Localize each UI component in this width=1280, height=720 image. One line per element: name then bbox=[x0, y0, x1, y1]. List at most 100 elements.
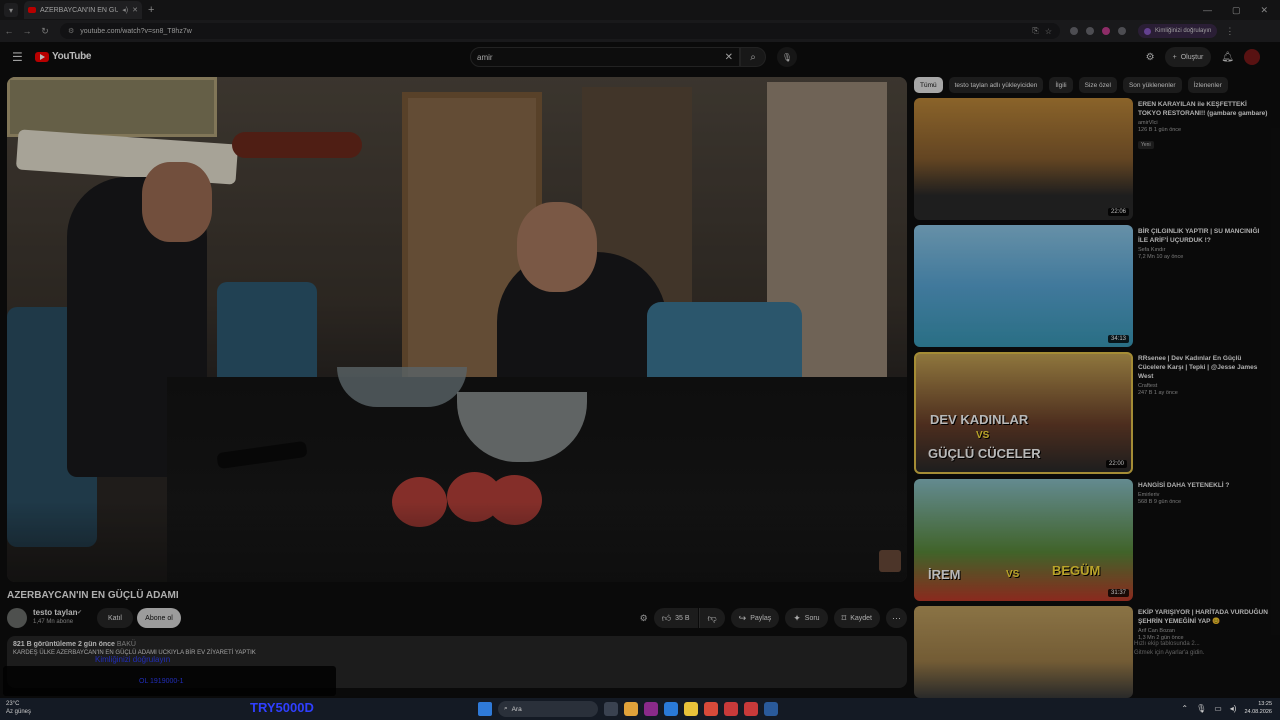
recommended-video[interactable]: EKİP YARIŞIYOR | HARİTADA VURDUĞUN ŞEHRİ… bbox=[914, 606, 1274, 698]
clear-search-icon[interactable]: ✕ bbox=[725, 52, 733, 63]
search-input[interactable]: amir bbox=[477, 53, 725, 62]
forward-icon[interactable]: → bbox=[18, 26, 36, 36]
more-icon: ⋯ bbox=[892, 612, 901, 623]
save-button[interactable]: ⌑ Kaydet bbox=[833, 608, 880, 628]
dislike-button[interactable]: 👎︎ bbox=[698, 608, 725, 628]
search-button[interactable]: ⌕ bbox=[740, 47, 766, 67]
maximize-icon[interactable]: ▢ bbox=[1232, 5, 1241, 16]
video-title[interactable]: HANGİSİ DAHA YETENEKLİ ? bbox=[1138, 481, 1268, 490]
channel-name[interactable]: Craftest bbox=[1138, 383, 1268, 389]
task-view-icon[interactable] bbox=[604, 702, 618, 716]
extensions-puzzle-icon[interactable] bbox=[1118, 27, 1126, 35]
minimize-icon[interactable]: — bbox=[1203, 5, 1212, 16]
browser-menu-icon[interactable]: ⋮ bbox=[1225, 26, 1234, 37]
clock[interactable]: 13:25 24.08.2026 bbox=[1244, 700, 1272, 716]
close-tab-icon[interactable]: ✕ bbox=[132, 6, 138, 14]
chip-for-you[interactable]: Size özel bbox=[1078, 77, 1117, 93]
ai-sparkle-icon[interactable]: ⚙ bbox=[640, 613, 648, 624]
subscribe-button[interactable]: Abone ol bbox=[137, 608, 181, 628]
bookmark-star-icon[interactable]: ☆ bbox=[1045, 27, 1052, 36]
video-thumbnail[interactable]: 22:06 bbox=[914, 98, 1133, 220]
app-icon[interactable] bbox=[724, 702, 738, 716]
channel-name[interactable]: Arif Can Bozan bbox=[1138, 628, 1268, 634]
app-icon[interactable] bbox=[644, 702, 658, 716]
create-button[interactable]: + Oluştur bbox=[1164, 47, 1212, 67]
recommended-video[interactable]: 22:06 EREN KARAYILAN ile KEŞFETTEKİ TOKY… bbox=[914, 98, 1274, 220]
account-avatar[interactable] bbox=[1244, 49, 1260, 65]
windows-start-icon[interactable] bbox=[478, 702, 492, 716]
thumbnail-caption: BEGÜM bbox=[1052, 563, 1101, 578]
video-title[interactable]: RRsenee | Dev Kadınlar En Güçlü Cücelere… bbox=[1138, 354, 1268, 381]
channel-name[interactable]: amirVlci bbox=[1138, 120, 1268, 126]
notice-line: Gitmek için Ayarlar'a gidin. bbox=[1134, 650, 1205, 656]
speaker-icon[interactable]: ◂) bbox=[122, 6, 128, 14]
thumbnail-caption: GÜÇLÜ CÜCELER bbox=[928, 446, 1041, 461]
extension-icon[interactable] bbox=[1086, 27, 1094, 35]
app-icon[interactable] bbox=[744, 702, 758, 716]
extension-icon[interactable] bbox=[1070, 27, 1078, 35]
video-thumbnail[interactable]: İREM VS BEGÜM 31:37 bbox=[914, 479, 1133, 601]
join-button[interactable]: Katıl bbox=[97, 608, 133, 628]
channel-name[interactable]: Emirleriv bbox=[1138, 492, 1268, 498]
url-field[interactable]: ⚙ youtube.com/watch?v=sn8_T8hz7w ⎘ ☆ bbox=[60, 23, 1060, 39]
chip-all[interactable]: Tümü bbox=[914, 77, 943, 93]
taskbar-search[interactable]: ⌕ Ara bbox=[498, 701, 598, 717]
location-tag[interactable]: BAKÜ bbox=[117, 641, 136, 648]
install-icon[interactable]: ⎘ bbox=[1032, 26, 1038, 36]
tab-search-icon[interactable]: ▾ bbox=[4, 3, 18, 17]
duration-badge: 31:37 bbox=[1107, 589, 1129, 597]
view-meta: 821 B görüntüleme 2 gün önce BAKÜ bbox=[13, 641, 901, 648]
menu-icon[interactable]: ☰ bbox=[12, 50, 23, 64]
steam-icon[interactable] bbox=[764, 702, 778, 716]
chip-related[interactable]: İlgili bbox=[1049, 77, 1073, 93]
chip-watched[interactable]: İzlenenler bbox=[1187, 77, 1228, 93]
video-player[interactable] bbox=[7, 77, 907, 582]
notifications-bell-icon[interactable]: 🔔︎ bbox=[1221, 52, 1234, 63]
verify-identity-button[interactable]: Kimliğinizi doğrulayın bbox=[1138, 24, 1218, 38]
system-tray: ⌃ 🎙 ▭ ◂) 13:25 24.08.2026 bbox=[1181, 700, 1272, 716]
network-icon[interactable]: ▭ bbox=[1214, 704, 1222, 713]
like-button[interactable]: 👍︎ 35 B bbox=[653, 608, 698, 628]
edge-icon[interactable] bbox=[664, 702, 678, 716]
volume-icon[interactable]: ◂) bbox=[1230, 704, 1237, 713]
recommended-video[interactable]: 34:13 BİR ÇILGINLIK YAPTIR | SU MANCINIĞ… bbox=[914, 225, 1274, 347]
video-thumbnail[interactable]: DEV KADINLAR VS GÜÇLÜ CÜCELER 22:00 bbox=[914, 352, 1133, 474]
youtube-logo[interactable]: YouTube bbox=[35, 51, 92, 62]
chip-recently-uploaded[interactable]: Son yüklenenler bbox=[1122, 77, 1182, 93]
voice-search-button[interactable]: 🎙 bbox=[777, 47, 797, 67]
channel-name[interactable]: Sefa Kındır bbox=[1138, 247, 1268, 253]
new-tab-button[interactable]: + bbox=[148, 4, 154, 16]
channel-watermark[interactable] bbox=[879, 550, 901, 572]
chevron-up-icon[interactable]: ⌃ bbox=[1181, 704, 1188, 713]
video-title[interactable]: EREN KARAYILAN ile KEŞFETTEKİ TOKYO REST… bbox=[1138, 100, 1268, 118]
extension-icon[interactable] bbox=[1102, 27, 1110, 35]
site-info-icon[interactable]: ⚙ bbox=[68, 27, 74, 35]
microphone-icon[interactable]: 🎙 bbox=[1196, 704, 1206, 713]
chrome-icon[interactable] bbox=[684, 702, 698, 716]
app-icon[interactable] bbox=[704, 702, 718, 716]
search-box[interactable]: amir ✕ bbox=[470, 47, 740, 67]
share-button[interactable]: ↪ Paylaş bbox=[730, 608, 780, 628]
ask-button[interactable]: ✦ Soru bbox=[785, 608, 828, 628]
video-title[interactable]: BİR ÇILGINLIK YAPTIR | SU MANCINIĞI İLE … bbox=[1138, 227, 1268, 245]
video-thumbnail[interactable]: 34:13 bbox=[914, 225, 1133, 347]
recommended-video[interactable]: İREM VS BEGÜM 31:37 HANGİSİ DAHA YETENEK… bbox=[914, 479, 1274, 601]
video-thumbnail[interactable] bbox=[914, 606, 1133, 698]
overlay-text: OL 1919000-1 bbox=[139, 678, 184, 685]
channel-avatar[interactable] bbox=[7, 608, 27, 628]
back-icon[interactable]: ← bbox=[0, 26, 18, 36]
recommended-video[interactable]: DEV KADINLAR VS GÜÇLÜ CÜCELER 22:00 RRse… bbox=[914, 352, 1274, 474]
weather-widget[interactable]: 23°C Az güneş bbox=[6, 700, 31, 716]
cast-settings-icon[interactable]: ⚙ bbox=[1146, 52, 1155, 63]
file-explorer-icon[interactable] bbox=[624, 702, 638, 716]
close-window-icon[interactable]: ✕ bbox=[1260, 5, 1268, 16]
like-count: 35 B bbox=[675, 614, 690, 622]
chip-from-uploader[interactable]: testo taylan adlı yükleyiciden bbox=[948, 77, 1044, 93]
video-chair bbox=[217, 282, 317, 392]
reload-icon[interactable]: ↻ bbox=[36, 26, 54, 37]
more-actions-button[interactable]: ⋯ bbox=[886, 608, 907, 628]
video-title[interactable]: EKİP YARIŞIYOR | HARİTADA VURDUĞUN ŞEHRİ… bbox=[1138, 608, 1268, 626]
ask-label: Soru bbox=[804, 614, 820, 622]
channel-name[interactable]: testo taylan bbox=[33, 608, 77, 617]
browser-tab[interactable]: AZERBAYCAN'IN EN GÜÇLÜ ◂) ✕ bbox=[24, 1, 142, 19]
